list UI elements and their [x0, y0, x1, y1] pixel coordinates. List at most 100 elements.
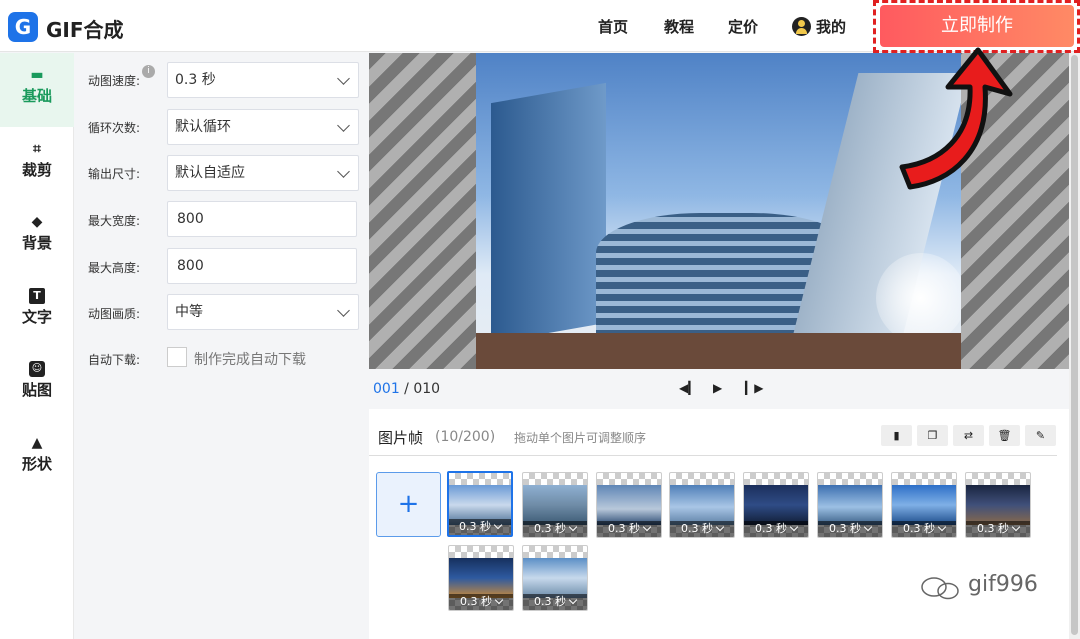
auto-download-checkbox[interactable]	[167, 347, 187, 367]
frame-duration[interactable]: 0.3 秒	[449, 519, 511, 535]
crop-icon: ⌗	[33, 141, 41, 157]
frame-thumb[interactable]: 0.3 秒	[743, 472, 809, 538]
scrollbar-thumb[interactable]	[1071, 55, 1078, 635]
info-icon[interactable]: i	[142, 65, 155, 78]
frame-image	[892, 485, 956, 525]
delete-icon[interactable]: 🗑	[989, 425, 1020, 446]
sidebar-item-text[interactable]: T 文字	[0, 274, 74, 348]
brand-name[interactable]: GIF合成	[46, 14, 124, 43]
sidebar-item-label: 背景	[21, 234, 52, 252]
frame-counter: 001 / 010	[373, 381, 440, 397]
chevron-down-icon	[337, 165, 350, 178]
chevron-down-icon	[863, 522, 873, 532]
copy-icon[interactable]: ❐	[917, 425, 948, 446]
frame-image	[523, 485, 587, 525]
loop-value: 默认循环	[175, 119, 231, 135]
sidebar-item-label: 裁剪	[21, 161, 52, 179]
building-base	[476, 333, 961, 369]
sidebar-item-sticker[interactable]: ☺ 贴图	[0, 347, 74, 421]
size-select[interactable]: 默认自适应	[167, 155, 359, 191]
frames-divider	[369, 455, 1057, 456]
frame-duration[interactable]: 0.3 秒	[892, 521, 956, 537]
frame-thumb[interactable]: 0.3 秒	[448, 545, 514, 611]
frame-image	[670, 485, 734, 525]
frames-count: (10/200)	[435, 429, 496, 445]
frames-title: 图片帧	[378, 429, 424, 447]
add-frame-button[interactable]: +	[376, 472, 441, 537]
next-frame-icon[interactable]: ▎▶	[745, 381, 763, 395]
quality-select[interactable]: 中等	[167, 294, 359, 330]
frame-thumb[interactable]: 0.3 秒	[522, 472, 588, 538]
nav-pricing[interactable]: 定价	[728, 16, 758, 37]
sidebar-item-crop[interactable]: ⌗ 裁剪	[0, 127, 74, 201]
nav-mine[interactable]: 我的	[816, 16, 846, 37]
frame-thumb[interactable]: 0.3 秒	[891, 472, 957, 538]
frame-thumb[interactable]: 0.3 秒	[817, 472, 883, 538]
nav-home[interactable]: 首页	[598, 16, 628, 37]
folder-icon: ▬	[30, 67, 44, 83]
swap-icon[interactable]: ⇄	[953, 425, 984, 446]
auto-download-text[interactable]: 制作完成自动下载	[194, 349, 306, 369]
speed-select[interactable]: 0.3 秒	[167, 62, 359, 98]
frame-duration[interactable]: 0.3 秒	[966, 521, 1030, 537]
chevron-down-icon	[493, 520, 503, 530]
max-width-label: 最大宽度:	[88, 214, 141, 228]
nav-tutorial[interactable]: 教程	[664, 16, 694, 37]
frame-thumb[interactable]: 0.3 秒	[669, 472, 735, 538]
loop-select[interactable]: 默认循环	[167, 109, 359, 145]
size-value: 默认自适应	[175, 165, 245, 181]
frame-duration[interactable]: 0.3 秒	[523, 521, 587, 537]
sidebar-item-label: 形状	[21, 455, 52, 473]
frame-duration[interactable]: 0.3 秒	[818, 521, 882, 537]
frame-thumb[interactable]: 0.3 秒	[447, 471, 513, 537]
total-frames: 010	[413, 381, 441, 397]
frame-image	[523, 558, 587, 598]
triangle-icon: ▲	[31, 435, 43, 451]
frame-separator: /	[399, 381, 414, 397]
speed-label: 动图速度:	[88, 74, 141, 88]
frame-duration[interactable]: 0.3 秒	[597, 521, 661, 537]
sidebar-item-label: 贴图	[21, 381, 52, 399]
building-left	[491, 82, 606, 344]
new-file-icon[interactable]: ▮	[881, 425, 912, 446]
user-icon[interactable]	[792, 17, 811, 36]
chevron-down-icon	[337, 119, 350, 132]
frame-image	[744, 485, 808, 525]
sidebar-item-label: 基础	[21, 87, 52, 105]
frame-duration[interactable]: 0.3 秒	[449, 594, 513, 610]
loop-label: 循环次数:	[88, 121, 141, 135]
paint-bucket-icon: ◆	[31, 214, 43, 230]
sun-glare	[876, 253, 961, 343]
sticker-icon: ☺	[29, 361, 45, 377]
chevron-down-icon	[642, 522, 652, 532]
settings-panel: 动图速度: i 0.3 秒 循环次数: 默认循环 输出尺寸: 默认自适应 最大宽…	[75, 53, 369, 639]
scrollbar[interactable]	[1069, 53, 1080, 639]
sidebar: ▬ 基础 ⌗ 裁剪 ◆ 背景 T 文字 ☺ 贴图 ▲ 形状	[0, 53, 74, 639]
play-icon[interactable]: ▶	[713, 381, 722, 395]
frame-thumb[interactable]: 0.3 秒	[965, 472, 1031, 538]
frame-image	[449, 558, 513, 598]
frame-duration[interactable]: 0.3 秒	[523, 594, 587, 610]
max-width-input[interactable]: 800	[167, 201, 357, 237]
sidebar-item-basic[interactable]: ▬ 基础	[0, 53, 74, 127]
clear-icon[interactable]: ✎	[1025, 425, 1056, 446]
sidebar-item-background[interactable]: ◆ 背景	[0, 200, 74, 274]
player-bar: 001 / 010 ◀▎ ▶ ▎▶	[369, 369, 1069, 409]
red-arrow-annotation	[899, 47, 1013, 190]
previous-frame-icon[interactable]: ◀▎	[679, 381, 697, 395]
frame-thumb[interactable]: 0.3 秒	[522, 545, 588, 611]
current-frame: 001	[373, 381, 400, 397]
frame-duration[interactable]: 0.3 秒	[744, 521, 808, 537]
chevron-down-icon	[337, 304, 350, 317]
chevron-down-icon	[789, 522, 799, 532]
logo[interactable]: G	[8, 12, 38, 42]
frame-duration[interactable]: 0.3 秒	[670, 521, 734, 537]
speed-value: 0.3 秒	[175, 72, 216, 88]
auto-download-label: 自动下载:	[88, 353, 141, 367]
max-height-input[interactable]: 800	[167, 248, 357, 284]
frame-image	[818, 485, 882, 525]
frame-thumb[interactable]: 0.3 秒	[596, 472, 662, 538]
sidebar-item-shape[interactable]: ▲ 形状	[0, 421, 74, 495]
make-now-button[interactable]: 立即制作	[880, 5, 1074, 47]
wechat-icon	[921, 577, 959, 600]
